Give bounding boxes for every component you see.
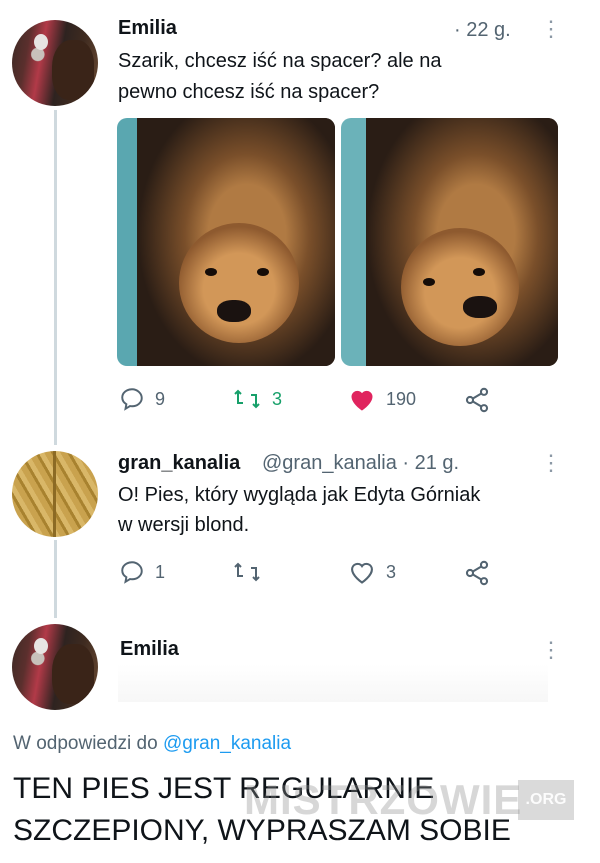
retweet-button[interactable] (232, 559, 272, 585)
retweet-count: 3 (272, 388, 283, 409)
blank-area (118, 664, 548, 702)
avatar-gran-kanalia[interactable] (12, 451, 98, 537)
share-button[interactable] (463, 559, 491, 587)
tweet-text-line-2: w wersji blond. (118, 514, 250, 536)
reply-count: 1 (155, 561, 166, 582)
more-options-icon[interactable]: ⋮ (540, 18, 562, 40)
reply-button[interactable]: 1 (119, 559, 165, 585)
retweet-icon (234, 389, 260, 409)
thread-line-1 (54, 110, 57, 445)
retweet-icon (234, 562, 260, 582)
like-count: 3 (386, 561, 397, 582)
like-icon (351, 390, 373, 411)
more-options-icon[interactable]: ⋮ (540, 639, 562, 661)
watermark-badge: .ORG (518, 780, 574, 820)
share-icon (465, 387, 489, 413)
like-button[interactable]: 3 (348, 559, 396, 585)
retweet-button[interactable]: 3 (232, 386, 282, 412)
author-name[interactable]: Emilia (120, 638, 179, 661)
thread-line-2 (54, 540, 57, 618)
share-button[interactable] (463, 386, 491, 414)
author-handle-time[interactable]: @gran_kanalia · 21 g. (262, 452, 459, 475)
tweet-text-line-1: Szarik, chcesz iść na spacer? ale na (118, 50, 442, 72)
like-count: 190 (386, 388, 417, 409)
watermark: MISTRZOWIE (244, 776, 523, 823)
share-icon (465, 560, 489, 586)
reply-count: 9 (155, 388, 166, 409)
like-button[interactable]: 190 (348, 386, 416, 412)
reply-button[interactable]: 9 (119, 386, 165, 412)
like-icon (351, 562, 373, 584)
reply-to-mention[interactable]: @gran_kanalia (163, 733, 291, 754)
author-name[interactable]: gran_kanalia (118, 452, 240, 475)
tweet-text-line-2: pewno chcesz iść na spacer? (118, 81, 380, 103)
reply-icon (121, 561, 143, 584)
more-options-icon[interactable]: ⋮ (540, 452, 562, 474)
tweet-text-line-1: O! Pies, który wygląda jak Edyta Górniak (118, 484, 481, 506)
avatar-emilia[interactable] (12, 624, 98, 710)
tweet-time[interactable]: · 22 g. (454, 19, 511, 42)
avatar-emilia[interactable] (12, 20, 98, 106)
tweet-photo-2[interactable] (341, 118, 558, 366)
reply-to-line: W odpowiedzi do @gran_kanalia (13, 733, 291, 755)
reply-icon (121, 388, 143, 411)
tweet-photo-1[interactable] (117, 118, 335, 366)
author-name[interactable]: Emilia (118, 17, 177, 40)
reply-to-prefix: W odpowiedzi do (13, 733, 163, 754)
